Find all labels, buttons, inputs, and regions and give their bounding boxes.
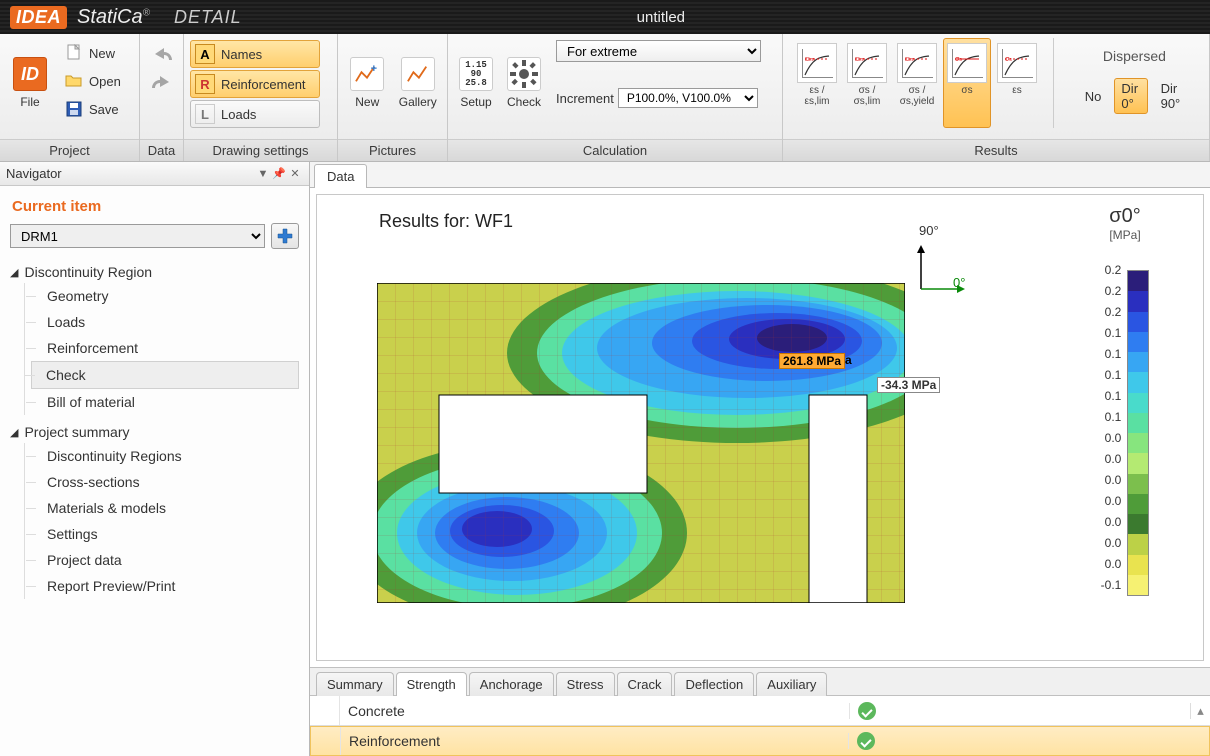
result-row[interactable]: Reinforcement <box>310 726 1210 756</box>
group-pictures-label: Pictures <box>338 139 447 161</box>
tree-item[interactable]: Cross-sections <box>31 469 299 495</box>
ok-icon <box>857 732 875 750</box>
result-title: Results for: WF1 <box>379 211 513 232</box>
increment-select[interactable]: P100.0%, V100.0% <box>618 88 758 108</box>
navigator-panel: Navigator ▼ 📌 ✕ Current item DRM1 ◢Disco… <box>0 162 310 756</box>
bottom-tab-anchorage[interactable]: Anchorage <box>469 672 554 696</box>
bottom-tab-summary[interactable]: Summary <box>316 672 394 696</box>
bottom-tab-crack[interactable]: Crack <box>617 672 673 696</box>
result-row[interactable]: Concrete▴ <box>310 696 1210 726</box>
save-button[interactable]: Save <box>58 96 128 122</box>
content-tab-data[interactable]: Data <box>314 164 367 188</box>
group-drawing-label: Drawing settings <box>184 139 337 161</box>
tree-item[interactable]: Reinforcement <box>31 335 299 361</box>
tree-item[interactable]: Geometry <box>31 283 299 309</box>
mode-select[interactable]: For extreme <box>556 40 761 62</box>
pin-icon[interactable]: 📌 <box>271 167 287 180</box>
result-viewer[interactable]: Results for: WF1 90° 0° <box>316 194 1204 661</box>
color-legend: σ0° [MPa] 0.20.20.20.10.10.10.10.10.00.0… <box>1065 205 1185 596</box>
dispersed-no[interactable]: No <box>1078 86 1109 107</box>
ok-icon <box>858 702 876 720</box>
loads-toggle[interactable]: LLoads <box>190 100 320 128</box>
document-title: untitled <box>242 9 1200 26</box>
pictures-gallery-button[interactable]: Gallery <box>395 38 442 128</box>
tree-item[interactable]: Discontinuity Regions <box>31 443 299 469</box>
tree-item[interactable]: Materials & models <box>31 495 299 521</box>
save-icon <box>65 100 83 118</box>
tree-section-0[interactable]: ◢Discontinuity Region <box>10 261 299 283</box>
tree-item[interactable]: Check <box>31 361 299 389</box>
group-data-label: Data <box>140 139 183 161</box>
check-button[interactable]: Check <box>502 38 546 128</box>
redo-icon[interactable] <box>150 76 174 96</box>
result-mode-2[interactable]: εlim σs /σs,yield <box>893 38 941 128</box>
gear-icon <box>507 57 541 91</box>
names-toggle[interactable]: ANames <box>190 40 320 68</box>
increment-label: Increment <box>556 91 614 106</box>
undo-icon[interactable] <box>150 48 174 68</box>
close-icon[interactable]: ✕ <box>287 167 303 180</box>
group-results-label: Results <box>783 139 1209 161</box>
bottom-panel: SummaryStrengthAnchorageStressCrackDefle… <box>310 667 1210 756</box>
dropdown-icon[interactable]: ▼ <box>255 168 271 180</box>
group-project-label: Project <box>0 139 139 161</box>
folder-open-icon <box>65 72 83 90</box>
result-mode-1[interactable]: εlim σs /σs,lim <box>843 38 891 128</box>
current-item-select[interactable]: DRM1 <box>10 224 265 248</box>
contour-plot <box>377 283 905 603</box>
current-item-label: Current item <box>12 198 299 215</box>
reinforcement-toggle[interactable]: RReinforcement <box>190 70 320 98</box>
scroll-up-icon[interactable]: ▴ <box>1190 703 1210 719</box>
titlebar: IDEA StatiCa® DETAIL untitled <box>0 0 1210 34</box>
ribbon: ID File New Open <box>0 34 1210 162</box>
callout-max-suffix: a <box>845 353 852 367</box>
dispersed-label: Dispersed <box>1103 48 1166 64</box>
pictures-new-button[interactable]: + New <box>344 38 391 128</box>
file-button[interactable]: ID File <box>6 38 54 128</box>
brand-logo: IDEA <box>10 6 67 29</box>
brand-mode: DETAIL <box>174 7 242 28</box>
svg-text:+: + <box>371 63 377 75</box>
bottom-tab-strength[interactable]: Strength <box>396 672 467 696</box>
callout-max: 261.8 MPa <box>779 353 845 369</box>
new-button[interactable]: New <box>58 40 128 66</box>
tree-item[interactable]: Bill of material <box>31 389 299 415</box>
chart-new-icon: + <box>350 57 384 91</box>
callout-min: -34.3 MPa <box>877 377 940 393</box>
tree-item[interactable]: Project data <box>31 547 299 573</box>
navigator-title: Navigator <box>6 166 255 181</box>
result-mode-0[interactable]: εlim εs /εs,lim <box>793 38 841 128</box>
dispersed-dir0[interactable]: Dir 0° <box>1114 78 1147 114</box>
result-mode-4[interactable]: σs εs <box>993 38 1041 128</box>
new-file-icon <box>65 44 83 62</box>
dispersed-dir90[interactable]: Dir 90° <box>1154 78 1191 114</box>
bottom-tab-deflection[interactable]: Deflection <box>674 672 754 696</box>
add-item-button[interactable] <box>271 223 299 249</box>
group-calculation-label: Calculation <box>448 139 782 161</box>
tree-section-1[interactable]: ◢Project summary <box>10 421 299 443</box>
setup-button[interactable]: 1.159025.8 Setup <box>454 38 498 128</box>
bottom-tab-auxiliary[interactable]: Auxiliary <box>756 672 827 696</box>
axis-icon <box>913 243 967 297</box>
tree-item[interactable]: Settings <box>31 521 299 547</box>
chart-gallery-icon <box>401 57 435 91</box>
brand-name: StatiCa® <box>77 6 150 29</box>
tree-item[interactable]: Report Preview/Print <box>31 573 299 599</box>
bottom-tab-stress[interactable]: Stress <box>556 672 615 696</box>
axis-90-label: 90° <box>919 223 939 238</box>
result-mode-3[interactable]: σs σs <box>943 38 991 128</box>
brand: IDEA StatiCa® DETAIL <box>10 6 242 29</box>
open-button[interactable]: Open <box>58 68 128 94</box>
tree-item[interactable]: Loads <box>31 309 299 335</box>
